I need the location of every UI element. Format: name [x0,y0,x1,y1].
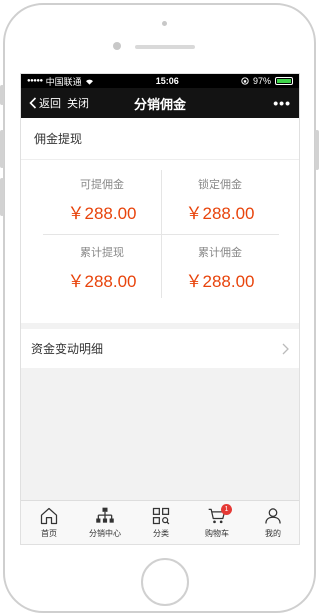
cell-value: ￥288.00 [185,272,255,291]
tab-cart[interactable]: 1 购物车 [189,501,245,544]
nav-bar: 返回 关闭 分销佣金 ••• [21,88,299,118]
category-grid-icon [152,507,170,525]
orientation-lock-icon [241,77,249,85]
total-withdrawn: 累计提现 ￥288.00 [43,244,161,292]
clock-time: 15:06 [155,76,179,86]
tab-label: 购物车 [205,529,229,538]
tab-bar: 首页 分销中心 分类 1 购物车 我的 [21,500,299,544]
battery-icon [275,77,293,85]
tab-label: 我的 [265,529,281,538]
volume-down-button [0,178,4,216]
cart-badge: 1 [221,504,232,515]
commission-card: 佣金提现 可提佣金 ￥288.00 锁定佣金 ￥288.00 累计提现 ￥288… [21,118,299,323]
tab-label: 分销中心 [89,529,121,538]
more-menu-button[interactable]: ••• [273,95,291,111]
cell-value: ￥288.00 [67,204,137,223]
available-commission: 可提佣金 ￥288.00 [43,176,161,224]
org-chart-icon [96,507,114,523]
tab-label: 首页 [41,529,57,538]
fund-details-label: 资金变动明细 [31,342,104,356]
total-commission: 累计佣金 ￥288.00 [161,244,279,292]
cell-label: 累计佣金 [198,247,242,259]
front-camera [113,42,121,50]
app-screen: ●●●●● 中国联通 15:06 97% 返回 关闭 分销佣金 ••• 佣金提现… [20,73,300,545]
cell-label: 累计提现 [80,247,124,259]
tab-label: 分类 [153,529,169,538]
tab-mine[interactable]: 我的 [245,501,299,544]
home-icon [40,507,58,525]
sensor-dot [162,21,167,26]
cell-label: 锁定佣金 [198,179,242,191]
cell-label: 可提佣金 [80,179,124,191]
user-icon [265,508,281,524]
tab-category[interactable]: 分类 [133,501,189,544]
signal-strength-icon: ●●●●● [27,78,43,84]
chevron-left-icon [29,97,37,109]
volume-up-button [0,130,4,168]
cell-value: ￥288.00 [185,204,255,223]
home-button[interactable] [141,558,189,606]
locked-commission: 锁定佣金 ￥288.00 [161,176,279,224]
cell-value: ￥288.00 [67,272,137,291]
tab-distribution-center[interactable]: 分销中心 [77,501,133,544]
fund-details-row[interactable]: 资金变动明细 [21,329,299,368]
earpiece-speaker [135,45,195,49]
power-button [315,130,319,170]
grid-divider-horizontal [43,234,279,235]
chevron-right-icon [282,343,289,354]
wifi-icon [85,79,93,85]
carrier-name: 中国联通 [45,76,82,87]
back-button[interactable]: 返回 [29,95,61,111]
back-label: 返回 [39,98,61,110]
close-button[interactable]: 关闭 [67,95,89,111]
tab-home[interactable]: 首页 [21,501,77,544]
status-bar: ●●●●● 中国联通 15:06 97% [21,74,299,88]
mute-switch [0,85,4,105]
commission-section-title: 佣金提现 [21,118,299,160]
commission-grid: 可提佣金 ￥288.00 锁定佣金 ￥288.00 累计提现 ￥288.00 累… [43,170,279,300]
battery-percent: 97% [252,76,271,86]
